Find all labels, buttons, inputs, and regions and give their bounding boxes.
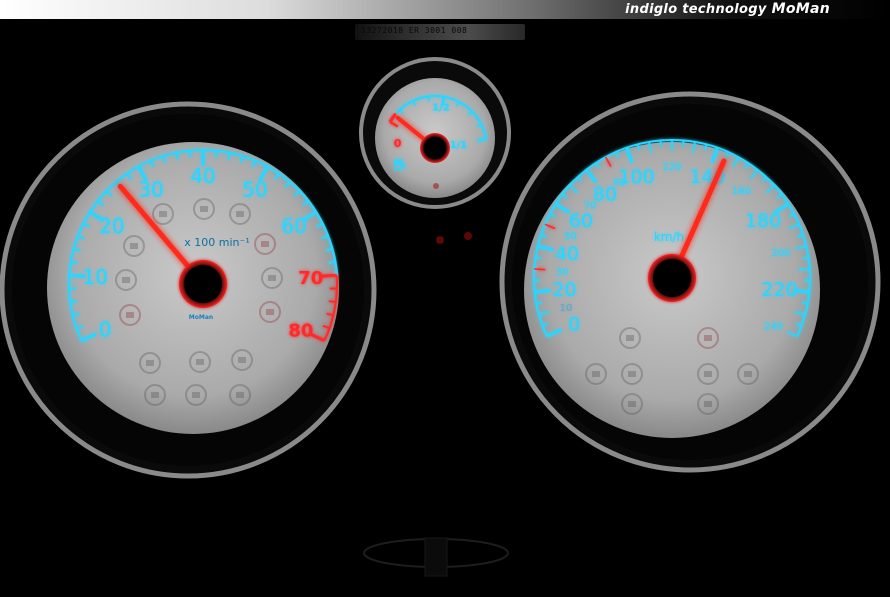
tachometer-number: 50: [242, 177, 267, 201]
speedometer-minor-number: 120: [662, 162, 681, 173]
tachometer-tick: [214, 150, 218, 158]
tachometer-tick: [188, 150, 192, 158]
tachometer-number: 10: [83, 265, 108, 289]
tachometer: 0 10 20 30 40 50 60 70 80 x 100 min⁻¹ MoMan: [0, 101, 377, 479]
speedometer-tick: [682, 140, 685, 147]
fuel-gauge: 0 1/2 1/1: [359, 57, 511, 209]
speedometer-number: 220: [761, 279, 797, 301]
fuel-gauge-tick: [427, 96, 430, 102]
speedometer-tick: [534, 268, 546, 271]
speedometer-minor-number: 50: [564, 231, 577, 242]
tachometer-number: 70: [298, 268, 323, 289]
rpm-unit-label: x 100 min⁻¹: [184, 236, 249, 249]
center-indicator-light: [464, 232, 472, 240]
instrument-cluster: 01020304050607080 x 100 min⁻¹ MoMan 01/2…: [0, 57, 881, 577]
tachometer-tick: [328, 260, 336, 264]
fuel-gauge-hub-cap: [424, 137, 446, 159]
speedometer-minor-number: 30: [556, 267, 569, 278]
speedometer-number: 60: [569, 210, 593, 232]
tachometer-number: 20: [99, 214, 124, 238]
tachometer-number: 60: [281, 214, 306, 238]
speedometer-number: 180: [745, 210, 781, 232]
speedometer-tick: [801, 301, 808, 305]
tachometer-tick: [328, 300, 336, 303]
tachometer-tick: [70, 260, 78, 264]
tachometer-hub-cap: [184, 265, 222, 303]
speedometer-tick: [659, 140, 662, 147]
speedometer: 020406080100 1401802201030507090120160200…: [499, 91, 881, 473]
center-indicator-light: [436, 236, 444, 244]
speedometer-tick: [535, 256, 542, 260]
speedometer-minor-number: 70: [584, 200, 597, 211]
speedometer-hub-cap: [653, 259, 691, 297]
speedometer-minor-number: 240: [764, 321, 783, 332]
bottom-emblem: [363, 537, 509, 577]
speedometer-minor-number: 160: [732, 186, 751, 197]
speedometer-tick: [536, 301, 543, 305]
tachometer-tick: [70, 300, 78, 303]
speedometer-number: 0: [568, 314, 580, 336]
tachometer-number: 80: [288, 321, 313, 342]
speedometer-minor-number: 90: [613, 178, 626, 189]
speed-unit-label: km/h: [654, 230, 684, 244]
speedometer-minor-number: 10: [560, 303, 573, 314]
tachometer-number: 30: [138, 177, 163, 201]
dial-logo: MoMan: [189, 314, 213, 321]
tachometer-number: 40: [190, 164, 215, 188]
fuel-warning-light: [433, 183, 439, 189]
fuel-gauge-tick: [477, 137, 487, 142]
speedometer-tick: [798, 268, 810, 271]
tachometer-number: 0: [99, 318, 112, 342]
speedometer-number: 40: [555, 243, 579, 265]
fuel-gauge-label: 1/2: [432, 103, 450, 114]
speedometer-tick: [534, 288, 551, 294]
fuel-gauge-label: 0: [394, 137, 402, 150]
speedometer-minor-number: 200: [771, 248, 790, 259]
speedometer-number: 20: [552, 279, 576, 301]
fuel-gauge-label: 1/1: [450, 140, 468, 151]
speedometer-tick: [802, 256, 809, 260]
